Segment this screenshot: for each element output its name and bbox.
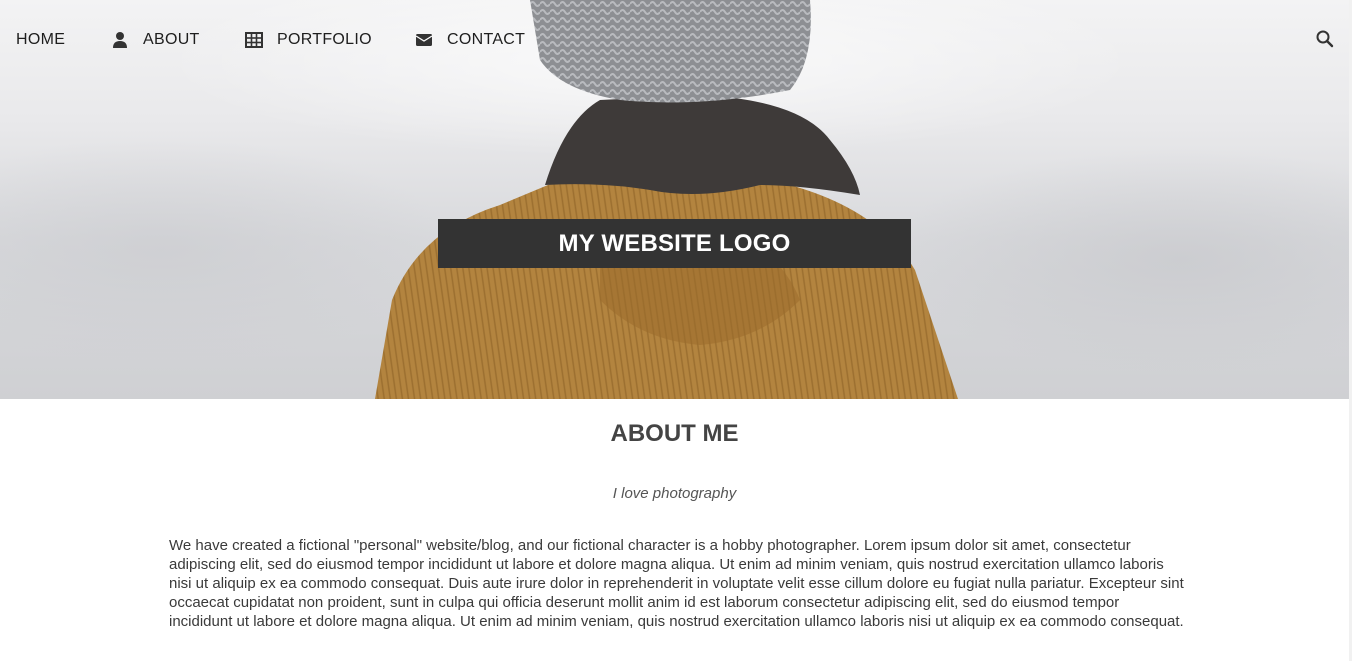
user-icon — [111, 31, 129, 49]
about-paragraph: We have created a fictional "personal" w… — [169, 537, 1184, 630]
nav-item-label: ABOUT — [143, 31, 200, 48]
section-tagline: I love photography — [612, 485, 737, 502]
nav-item-portfolio[interactable]: PORTFOLIO — [245, 20, 372, 60]
nav-item-label: HOME — [16, 31, 66, 48]
nav-item-home[interactable]: HOME — [16, 20, 65, 60]
site-logo[interactable]: MY WEBSITE LOGO — [438, 219, 911, 268]
about-section: ABOUT ME I love photography We have crea… — [0, 399, 1349, 661]
grid-icon — [245, 31, 263, 49]
nav-item-label: PORTFOLIO — [277, 31, 372, 48]
nav-item-label: CONTACT — [447, 31, 526, 48]
nav-item-about[interactable]: ABOUT — [111, 20, 200, 60]
top-navigation: HOME ABOUT PORTFOLIO CONTACT — [0, 0, 1349, 80]
envelope-icon — [415, 31, 433, 49]
site-logo-text: MY WEBSITE LOGO — [558, 229, 791, 257]
search-icon — [1316, 30, 1334, 48]
collar-shape — [545, 95, 860, 195]
nav-item-contact[interactable]: CONTACT — [415, 20, 525, 60]
section-title: ABOUT ME — [610, 420, 739, 447]
search-button[interactable] — [1315, 29, 1335, 49]
